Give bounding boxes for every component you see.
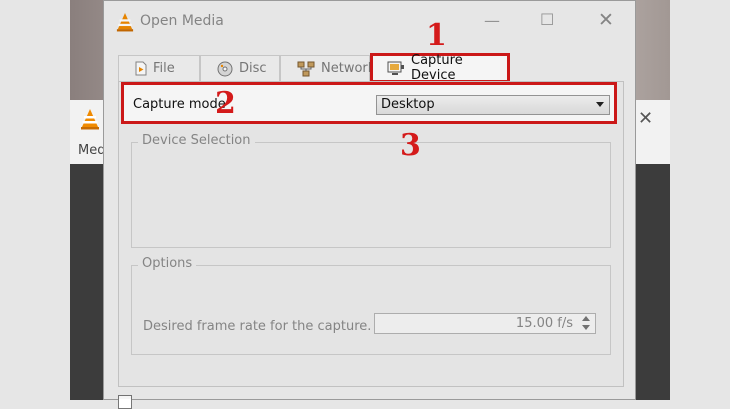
capture-mode-label: Capture mode [133, 97, 226, 112]
dialog-title: Open Media [140, 13, 224, 29]
disc-icon [217, 61, 233, 77]
frame-rate-spinbox[interactable]: 15.00 f/s [374, 313, 596, 334]
options-group: Options Desired frame rate for the captu… [131, 256, 611, 355]
desktop-background-left [0, 0, 70, 400]
file-icon [135, 61, 147, 76]
vlc-cone-icon [116, 13, 134, 32]
network-icon [297, 61, 315, 77]
frame-rate-stepper[interactable] [579, 316, 593, 331]
options-legend: Options [138, 256, 197, 271]
tab-file-label: File [153, 61, 175, 76]
capture-device-icon [387, 60, 405, 76]
vlc-main-close-icon[interactable]: ✕ [638, 108, 653, 129]
device-selection-group: Device Selection [131, 133, 611, 248]
tab-file[interactable]: File [118, 55, 200, 81]
annotation-step-1: 1 [426, 18, 447, 53]
vlc-media-menu[interactable]: Med [78, 143, 105, 158]
frame-rate-label: Desired frame rate for the capture. [143, 319, 372, 334]
close-icon[interactable]: ✕ [598, 9, 614, 31]
spin-up-icon[interactable] [582, 316, 590, 321]
frame-rate-value: 15.00 f/s [515, 316, 573, 331]
chevron-down-icon [596, 102, 604, 107]
capture-mode-value: Desktop [381, 97, 435, 112]
annotation-step-3: 3 [400, 128, 421, 163]
tab-capture-device[interactable]: Capture Device [370, 53, 510, 83]
open-media-dialog: Open Media — ☐ ✕ File Disc Network Captu… [103, 0, 636, 409]
annotation-step-2: 2 [215, 86, 236, 121]
device-selection-legend: Device Selection [138, 133, 255, 148]
tab-disc[interactable]: Disc [200, 55, 280, 81]
capture-device-pane: Capture mode Desktop Device Selection Op… [118, 81, 624, 387]
desktop-background-right [660, 0, 730, 400]
dialog-titlebar: Open Media — ☐ ✕ [104, 1, 635, 43]
tab-bar: File Disc Network Capture Device [118, 53, 624, 83]
capture-mode-row: Capture mode Desktop [121, 82, 617, 124]
tab-network-label: Network [321, 61, 376, 76]
minimize-icon[interactable]: — [484, 11, 500, 30]
maximize-icon[interactable]: ☐ [540, 10, 554, 29]
more-options-checkbox[interactable] [118, 395, 132, 409]
tab-capture-device-label: Capture Device [411, 53, 463, 83]
vlc-cone-icon [81, 109, 99, 130]
tab-network[interactable]: Network [280, 55, 375, 81]
tab-disc-label: Disc [239, 61, 267, 76]
spin-down-icon[interactable] [582, 325, 590, 330]
capture-mode-select[interactable]: Desktop [376, 95, 610, 115]
